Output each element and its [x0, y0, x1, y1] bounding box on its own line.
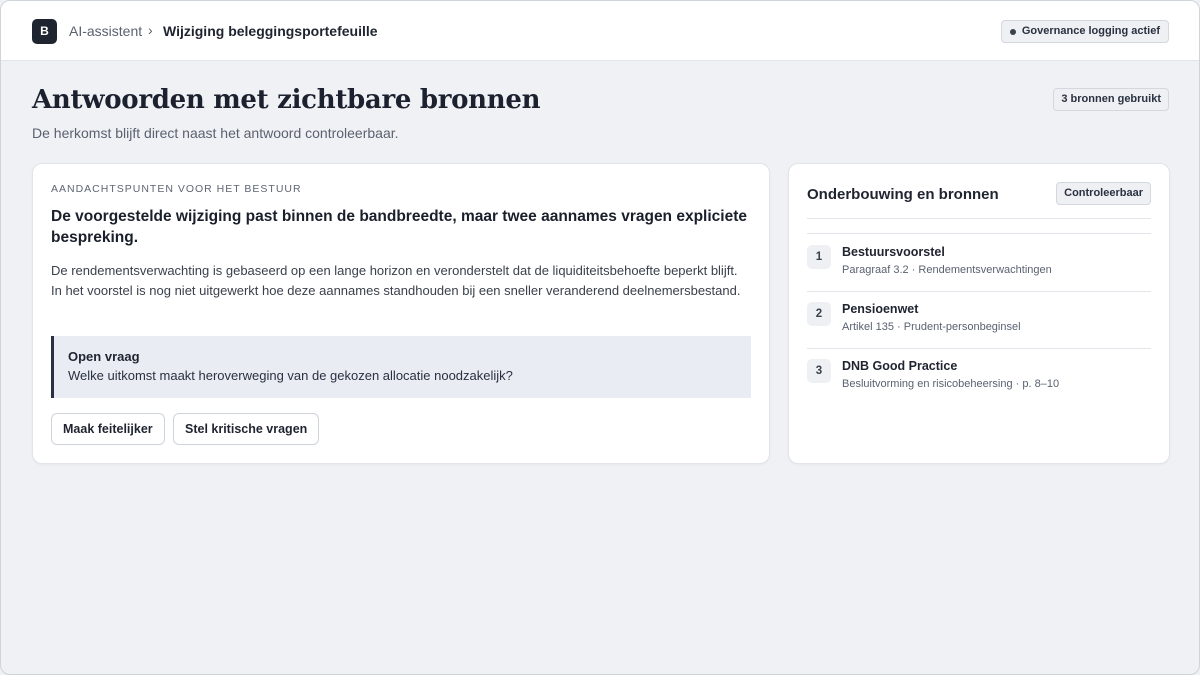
- governance-status-label: Governance logging actief: [1021, 25, 1160, 37]
- source-detail: Paragraaf 3.2 · Rendementsverwachtingen: [842, 264, 1052, 276]
- source-name: DNB Good Practice: [842, 359, 958, 373]
- open-question-callout: Open vraag Welke uitkomst maakt heroverw…: [51, 336, 751, 398]
- source-name: Pensioenwet: [842, 302, 919, 316]
- answer-body: De rendementsverwachting is gebaseerd op…: [51, 263, 741, 298]
- divider: [807, 218, 1151, 234]
- open-question-label: Open vraag: [68, 349, 140, 364]
- sources-count-badge: 3 bronnen gebruikt: [1053, 88, 1169, 111]
- source-number: 1: [807, 245, 831, 269]
- source-number: 2: [807, 302, 831, 326]
- verifiable-badge: Controleerbaar: [1056, 182, 1151, 205]
- source-number: 3: [807, 359, 831, 383]
- app-logo[interactable]: B: [32, 19, 57, 44]
- sources-card: Onderbouwing en bronnen Controleerbaar 1…: [788, 163, 1170, 464]
- ask-critical-questions-button[interactable]: Stel kritische vragen: [173, 413, 320, 445]
- app-window: B AI-assistent › Wijziging beleggingspor…: [0, 0, 1200, 675]
- answer-headline: De voorgestelde wijziging past binnen de…: [51, 208, 747, 246]
- breadcrumb-current: Wijziging beleggingsportefeuille: [163, 23, 378, 39]
- page-title: Antwoorden met zichtbare bronnen: [32, 85, 541, 115]
- governance-status-badge: Governance logging actief: [1000, 20, 1169, 43]
- open-question-text: Welke uitkomst maakt heroverweging van d…: [68, 368, 513, 383]
- source-item[interactable]: 1 Bestuursvoorstel Paragraaf 3.2 · Rende…: [807, 235, 1151, 292]
- make-factual-button[interactable]: Maak feitelijker: [51, 413, 165, 445]
- chevron-right-icon: ›: [148, 22, 153, 38]
- source-item[interactable]: 2 Pensioenwet Artikel 135 · Prudent-pers…: [807, 292, 1151, 349]
- top-bar: B AI-assistent › Wijziging beleggingspor…: [1, 1, 1199, 61]
- source-detail: Besluitvorming en risicobeheersing · p. …: [842, 378, 1060, 390]
- source-detail: Artikel 135 · Prudent-personbeginsel: [842, 321, 1021, 333]
- answer-card: AANDACHTSPUNTEN VOOR HET BESTUUR De voor…: [32, 163, 770, 464]
- source-name: Bestuursvoorstel: [842, 245, 945, 259]
- answer-eyebrow: AANDACHTSPUNTEN VOOR HET BESTUUR: [51, 183, 302, 195]
- page-subtitle: De herkomst blijft direct naast het antw…: [32, 125, 399, 141]
- status-dot-icon: [1009, 29, 1016, 35]
- source-item[interactable]: 3 DNB Good Practice Besluitvorming en ri…: [807, 349, 1151, 406]
- breadcrumb-root-link[interactable]: AI-assistent: [69, 23, 142, 39]
- sources-panel-title: Onderbouwing en bronnen: [807, 186, 999, 203]
